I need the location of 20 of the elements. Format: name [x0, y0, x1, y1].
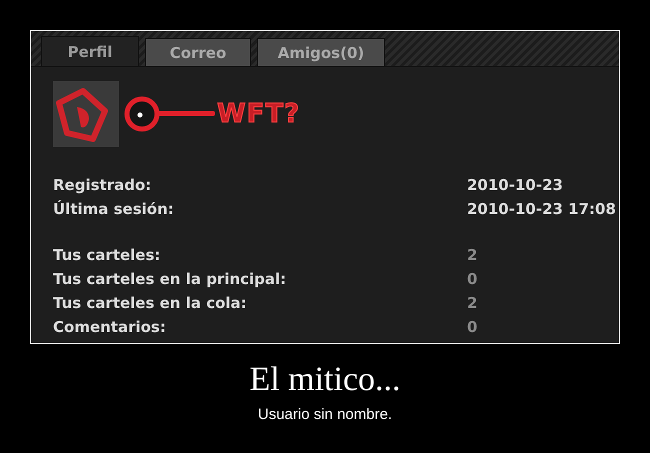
- stat-label: Tus carteles en la cola:: [53, 294, 248, 312]
- stat-value: 2: [467, 294, 478, 312]
- stat-label: Comentarios:: [53, 318, 167, 336]
- banner-text: WFT?: [217, 99, 300, 129]
- tab[interactable]: Correo: [145, 38, 251, 66]
- logo-icon: [53, 81, 119, 147]
- stat-label: Tus carteles en la principal:: [53, 270, 288, 288]
- poster-subtitle: Usuario sin nombre.: [256, 406, 394, 423]
- stat-value: 0: [467, 318, 478, 336]
- stat-label: Registrado:: [53, 176, 152, 194]
- stat-label: Última sesión:: [53, 200, 175, 218]
- poster-title: El mitico...: [248, 360, 402, 400]
- circle-line-icon: [123, 94, 215, 134]
- stat-value: 2010-10-23: [467, 176, 563, 194]
- tab[interactable]: Amigos(0): [257, 38, 385, 66]
- stat-value: 2010-10-23 17:08: [467, 200, 616, 218]
- stat-label: Tus carteles:: [53, 246, 162, 264]
- tab[interactable]: Perfil: [41, 36, 139, 66]
- stat-value: 2: [467, 246, 478, 264]
- stat-value: 0: [467, 270, 478, 288]
